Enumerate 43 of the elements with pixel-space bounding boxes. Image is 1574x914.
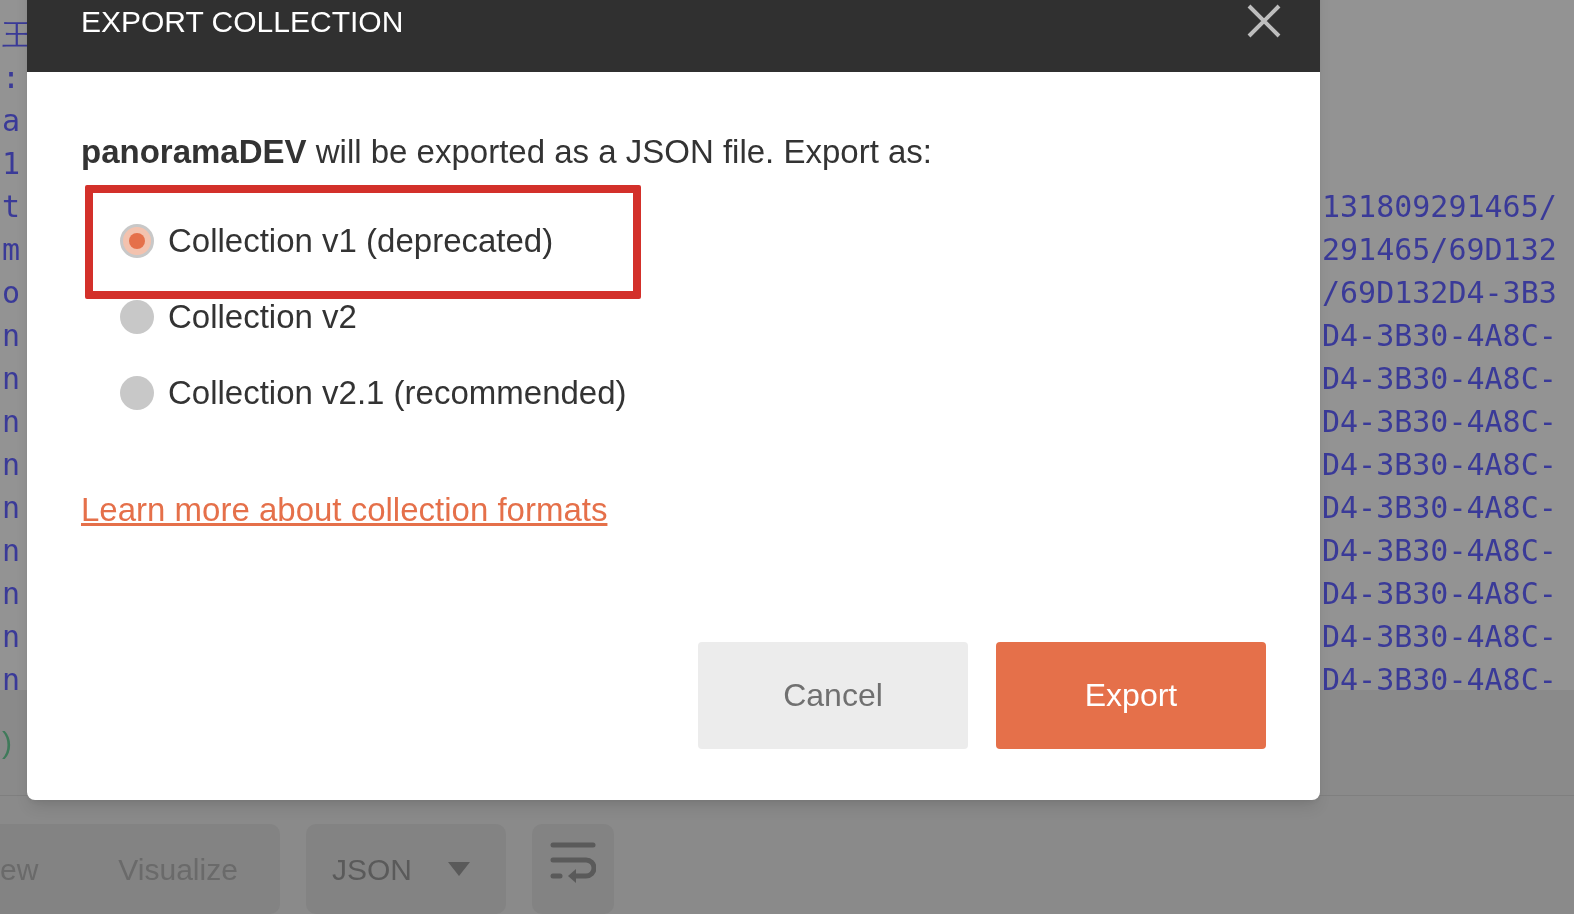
radio-option[interactable]: Collection v2.1 (recommended): [120, 368, 627, 418]
code-text: 1: [1, 145, 21, 183]
code-text: D4-3B30-4A8C-: [1322, 360, 1558, 398]
code-text: n: [1, 446, 21, 484]
wrap-lines-button[interactable]: [532, 824, 614, 914]
code-text: n: [1, 532, 21, 570]
radio-option[interactable]: Collection v1 (deprecated): [120, 216, 554, 266]
learn-more-link[interactable]: Learn more about collection formats: [81, 491, 608, 528]
close-icon: [1247, 4, 1281, 38]
radio-option[interactable]: Collection v2: [120, 292, 357, 342]
code-text: n: [1, 489, 21, 527]
wrap-lines-icon: [550, 842, 596, 884]
code-text: 291465/69D132: [1322, 231, 1558, 269]
code-text: t: [1, 188, 21, 226]
code-text: D4-3B30-4A8C-: [1322, 618, 1558, 656]
code-text: D4-3B30-4A8C-: [1322, 446, 1558, 484]
code-text: D4-3B30-4A8C-: [1322, 661, 1558, 699]
code-text: n: [1, 575, 21, 613]
code-text: D4-3B30-4A8C-: [1322, 532, 1558, 570]
code-text: :: [1, 59, 21, 97]
cancel-button[interactable]: Cancel: [698, 641, 968, 749]
export-button[interactable]: Export: [996, 641, 1266, 749]
radio-button[interactable]: [120, 376, 154, 410]
dialog-title: EXPORT COLLECTION: [81, 3, 404, 40]
code-text: D4-3B30-4A8C-: [1322, 317, 1558, 355]
export-message: panoramaDEV will be exported as a JSON file. Export as:: [81, 132, 933, 172]
code-text: ): [2, 725, 12, 761]
code-text: a: [1, 102, 21, 140]
code-text: D4-3B30-4A8C-: [1322, 489, 1558, 527]
code-text: n: [1, 317, 21, 355]
radio-button[interactable]: [120, 300, 154, 334]
code-text: o: [1, 274, 21, 312]
code-text: m: [1, 231, 21, 269]
code-text: n: [1, 403, 21, 441]
code-text: n: [1, 661, 21, 699]
code-text: /69D132D4-3B3: [1322, 274, 1558, 312]
code-text: n: [1, 360, 21, 398]
code-text: n: [1, 618, 21, 656]
code-text: D4-3B30-4A8C-: [1322, 575, 1558, 613]
radio-button[interactable]: [120, 224, 154, 258]
caret-icon: [448, 862, 470, 876]
code-text: D4-3B30-4A8C-: [1322, 403, 1558, 441]
code-text: 131809291465/: [1322, 188, 1558, 226]
